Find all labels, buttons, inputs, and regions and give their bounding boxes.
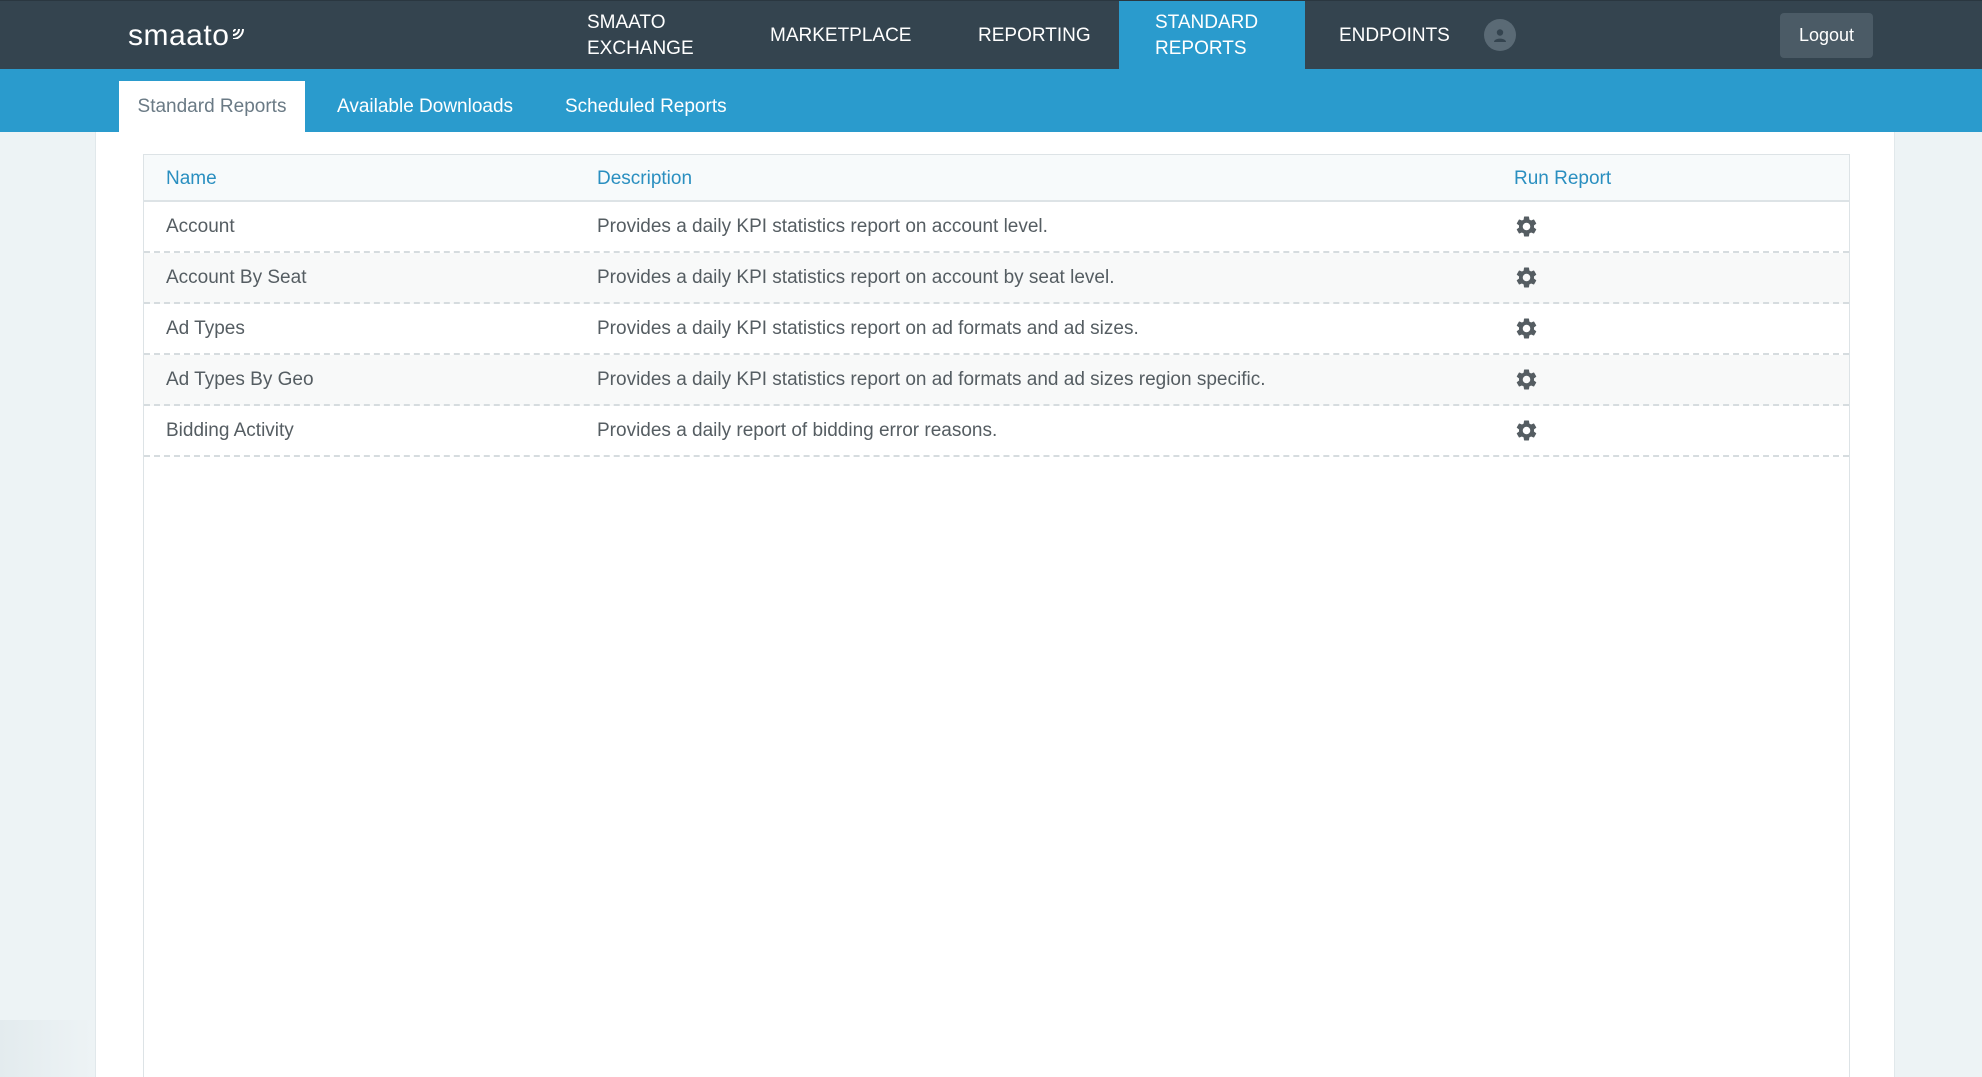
table-header: Name Description Run Report bbox=[144, 155, 1849, 202]
gear-icon[interactable] bbox=[1514, 418, 1539, 443]
nav-item-smaato-exchange[interactable]: SMAATO EXCHANGE bbox=[587, 1, 694, 70]
person-icon bbox=[1494, 29, 1506, 42]
table-row: Account Provides a daily KPI statistics … bbox=[144, 202, 1849, 253]
report-name: Account By Seat bbox=[166, 266, 307, 288]
gear-icon[interactable] bbox=[1514, 316, 1539, 341]
nav-item-reporting[interactable]: REPORTING bbox=[978, 1, 1091, 70]
nav-item-label: ENDPOINTS bbox=[1339, 24, 1450, 46]
nav-item-label: STANDARD REPORTS bbox=[1155, 11, 1259, 59]
nav-item-label: MARKETPLACE bbox=[770, 24, 912, 46]
nav-item-standard-reports[interactable]: STANDARD REPORTS bbox=[1119, 1, 1305, 70]
column-header-description[interactable]: Description bbox=[597, 155, 692, 202]
sub-navigation-bar: Standard Reports Available Downloads Sch… bbox=[0, 69, 1982, 132]
gear-icon[interactable] bbox=[1514, 214, 1539, 239]
background-shade bbox=[0, 1020, 92, 1077]
report-name: Bidding Activity bbox=[166, 419, 294, 441]
tab-label: Scheduled Reports bbox=[565, 95, 727, 117]
report-description: Provides a daily KPI statistics report o… bbox=[597, 215, 1048, 237]
content-panel: Name Description Run Report Account Prov… bbox=[95, 132, 1895, 1077]
gear-icon[interactable] bbox=[1514, 265, 1539, 290]
top-navigation-bar: smaato SMAATO EXCHANGE MARKETPLACE REPOR… bbox=[0, 0, 1982, 70]
report-description: Provides a daily KPI statistics report o… bbox=[597, 266, 1115, 288]
table-row: Ad Types Provides a daily KPI statistics… bbox=[144, 304, 1849, 355]
tab-scheduled-reports[interactable]: Scheduled Reports bbox=[565, 81, 727, 132]
tab-standard-reports[interactable]: Standard Reports bbox=[119, 81, 305, 132]
nav-item-label: SMAATO EXCHANGE bbox=[587, 11, 694, 59]
gear-icon[interactable] bbox=[1514, 367, 1539, 392]
nav-item-endpoints[interactable]: ENDPOINTS bbox=[1339, 1, 1450, 70]
tab-available-downloads[interactable]: Available Downloads bbox=[337, 81, 513, 132]
logout-button[interactable]: Logout bbox=[1780, 13, 1873, 58]
report-description: Provides a daily KPI statistics report o… bbox=[597, 368, 1266, 390]
nav-item-marketplace[interactable]: MARKETPLACE bbox=[770, 1, 911, 70]
column-header-run-report[interactable]: Run Report bbox=[1514, 155, 1611, 202]
report-description: Provides a daily KPI statistics report o… bbox=[597, 317, 1139, 339]
nav-item-label: REPORTING bbox=[978, 24, 1091, 46]
table-row: Account By Seat Provides a daily KPI sta… bbox=[144, 253, 1849, 304]
smaato-logo[interactable]: smaato bbox=[128, 18, 246, 54]
table-row: Bidding Activity Provides a daily report… bbox=[144, 406, 1849, 457]
table-row: Ad Types By Geo Provides a daily KPI sta… bbox=[144, 355, 1849, 406]
tab-label: Available Downloads bbox=[337, 95, 514, 117]
column-header-name[interactable]: Name bbox=[166, 155, 217, 202]
user-icon[interactable] bbox=[1484, 19, 1516, 51]
tab-label: Standard Reports bbox=[137, 95, 287, 117]
report-name: Ad Types By Geo bbox=[166, 368, 314, 390]
logo-text: smaato bbox=[128, 19, 230, 52]
report-description: Provides a daily report of bidding error… bbox=[597, 419, 998, 441]
reports-table: Name Description Run Report Account Prov… bbox=[143, 154, 1850, 1077]
signal-icon bbox=[233, 28, 245, 39]
report-name: Account bbox=[166, 215, 235, 237]
report-name: Ad Types bbox=[166, 317, 245, 339]
